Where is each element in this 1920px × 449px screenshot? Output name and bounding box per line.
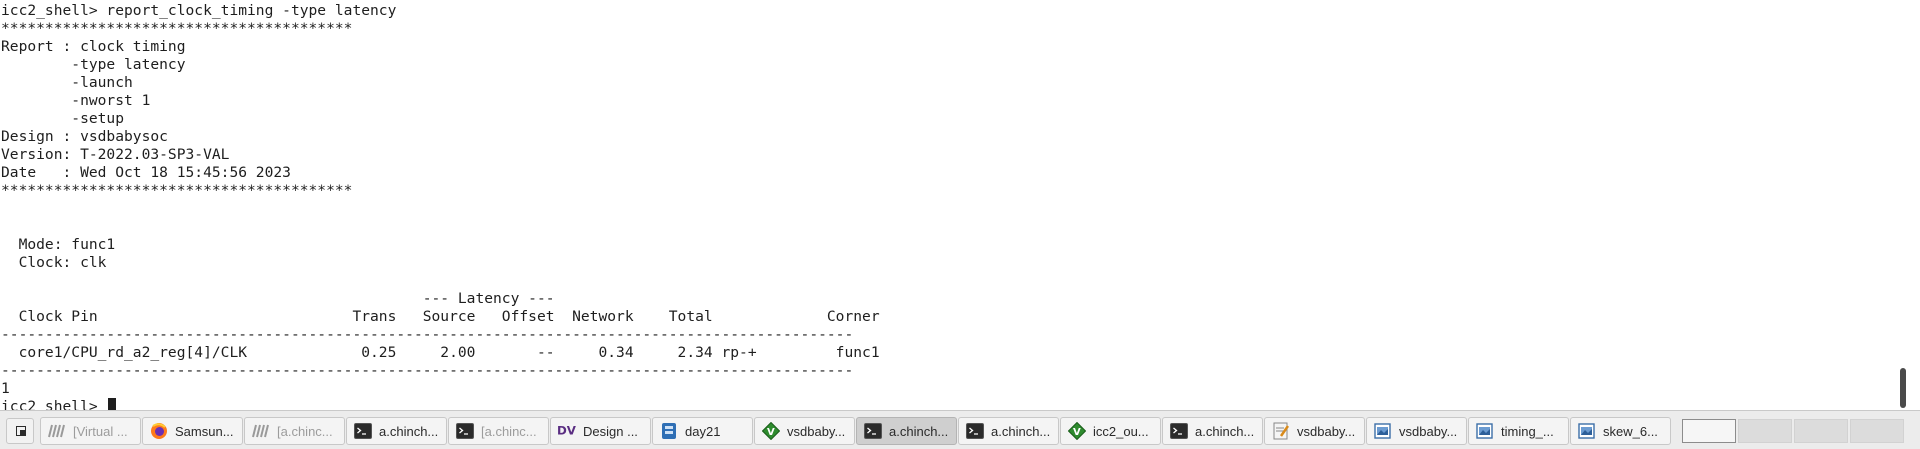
taskbar-button[interactable]: vsdbaby... — [1366, 417, 1467, 445]
task-list: [Virtual ... Samsun... [a.chinc... a.chinch… — [40, 417, 1671, 445]
terminal-icon — [1169, 422, 1189, 440]
show-desktop-button[interactable] — [6, 418, 34, 444]
virtualbox-icon — [251, 422, 271, 440]
taskbar-button[interactable]: DV Design ... — [550, 417, 651, 445]
taskbar-button[interactable]: vsdbaby... — [1264, 417, 1365, 445]
svg-text:V: V — [767, 427, 775, 438]
taskbar-button[interactable]: timing_... — [1468, 417, 1569, 445]
workspace-2[interactable] — [1738, 419, 1792, 443]
taskbar-button[interactable]: day21 — [652, 417, 753, 445]
gvim-icon: V — [1067, 422, 1087, 440]
taskbar-button-label: vsdbaby... — [787, 423, 846, 439]
taskbar-button-label: timing_... — [1501, 423, 1554, 439]
terminal-line: Clock Pin Trans Source Offset Network To… — [1, 308, 880, 325]
terminal-line: icc2_shell> report_clock_timing -type la… — [1, 2, 397, 19]
terminal-line: -launch — [1, 74, 133, 91]
taskbar-button-label: vsdbaby... — [1399, 423, 1458, 439]
terminal-icon — [353, 422, 373, 440]
terminal-line: Report : clock timing — [1, 38, 186, 55]
terminal-output: icc2_shell> report_clock_timing -type la… — [1, 2, 880, 410]
svg-text:DV: DV — [557, 424, 577, 438]
image-viewer-icon — [1475, 422, 1495, 440]
workspace-pager — [1682, 419, 1904, 443]
terminal-line: -setup — [1, 110, 125, 127]
taskbar-button-label: day21 — [685, 423, 721, 439]
terminal-scrollbar[interactable] — [1896, 0, 1908, 410]
dv-icon: DV — [557, 422, 577, 440]
terminal-icon — [863, 422, 883, 440]
taskbar-button[interactable]: [a.chinc... — [244, 417, 345, 445]
virtualbox-icon — [47, 422, 67, 440]
text-cursor — [108, 398, 117, 410]
terminal-line: Version: T-2022.03-SP3-VAL — [1, 146, 230, 163]
taskbar-button[interactable]: [Virtual ... — [40, 417, 141, 445]
terminal-line: ----------------------------------------… — [1, 326, 854, 343]
svg-text:V: V — [1073, 427, 1081, 438]
taskbar-button-label: a.chinch... — [1195, 423, 1255, 439]
workspace-4[interactable] — [1850, 419, 1904, 443]
taskbar-button[interactable]: Samsun... — [142, 417, 243, 445]
terminal-icon — [455, 422, 475, 440]
taskbar-button[interactable]: a.chinch... — [1162, 417, 1263, 445]
taskbar-button-label: [a.chinc... — [277, 423, 333, 439]
taskbar-button-label: a.chinch... — [889, 423, 949, 439]
terminal-line: -nworst 1 — [1, 92, 151, 109]
file-manager-icon — [659, 422, 679, 440]
terminal-line: core1/CPU_rd_a2_reg[4]/CLK 0.25 2.00 -- … — [1, 344, 880, 361]
taskbar-button-label: vsdbaby... — [1297, 423, 1356, 439]
taskbar-button[interactable]: skew_6... — [1570, 417, 1671, 445]
workspace-1[interactable] — [1682, 419, 1736, 443]
terminal-line: Clock: clk — [1, 254, 107, 271]
taskbar-button[interactable]: [a.chinc... — [448, 417, 549, 445]
terminal-line: **************************************** — [1, 182, 353, 199]
taskbar-button[interactable]: Vvsdbaby... — [754, 417, 855, 445]
text-editor-icon — [1271, 422, 1291, 440]
taskbar-button-label: [Virtual ... — [73, 423, 128, 439]
taskbar-button-label: Samsun... — [175, 423, 234, 439]
shell-prompt: icc2_shell> — [1, 398, 107, 410]
terminal-line: --- Latency --- — [1, 290, 555, 307]
taskbar-button-label: icc2_ou... — [1093, 423, 1149, 439]
terminal-line: 1 — [1, 380, 10, 397]
prompt-line[interactable]: icc2_shell> — [1, 398, 880, 410]
taskbar: [Virtual ... Samsun... [a.chinc... a.chinch… — [0, 410, 1920, 449]
taskbar-button-label: [a.chinc... — [481, 423, 537, 439]
taskbar-button[interactable]: a.chinch... — [958, 417, 1059, 445]
taskbar-button-label: skew_6... — [1603, 423, 1658, 439]
image-viewer-icon — [1373, 422, 1393, 440]
terminal-line: -type latency — [1, 56, 186, 73]
terminal-line: Design : vsdbabysoc — [1, 128, 168, 145]
terminal-window[interactable]: icc2_shell> report_clock_timing -type la… — [0, 0, 1908, 410]
taskbar-button-label: Design ... — [583, 423, 638, 439]
terminal-line: Mode: func1 — [1, 236, 116, 253]
terminal-line: **************************************** — [1, 20, 353, 37]
terminal-line: Date : Wed Oct 18 15:45:56 2023 — [1, 164, 291, 181]
firefox-icon — [149, 422, 169, 440]
taskbar-button[interactable]: Vicc2_ou... — [1060, 417, 1161, 445]
taskbar-button[interactable]: a.chinch... — [856, 417, 957, 445]
terminal-line: ----------------------------------------… — [1, 362, 854, 379]
taskbar-button[interactable]: a.chinch... — [346, 417, 447, 445]
taskbar-button-label: a.chinch... — [991, 423, 1051, 439]
image-viewer-icon — [1577, 422, 1597, 440]
gvim-icon: V — [761, 422, 781, 440]
taskbar-button-label: a.chinch... — [379, 423, 439, 439]
workspace-3[interactable] — [1794, 419, 1848, 443]
scrollbar-thumb[interactable] — [1900, 368, 1906, 408]
terminal-icon — [965, 422, 985, 440]
